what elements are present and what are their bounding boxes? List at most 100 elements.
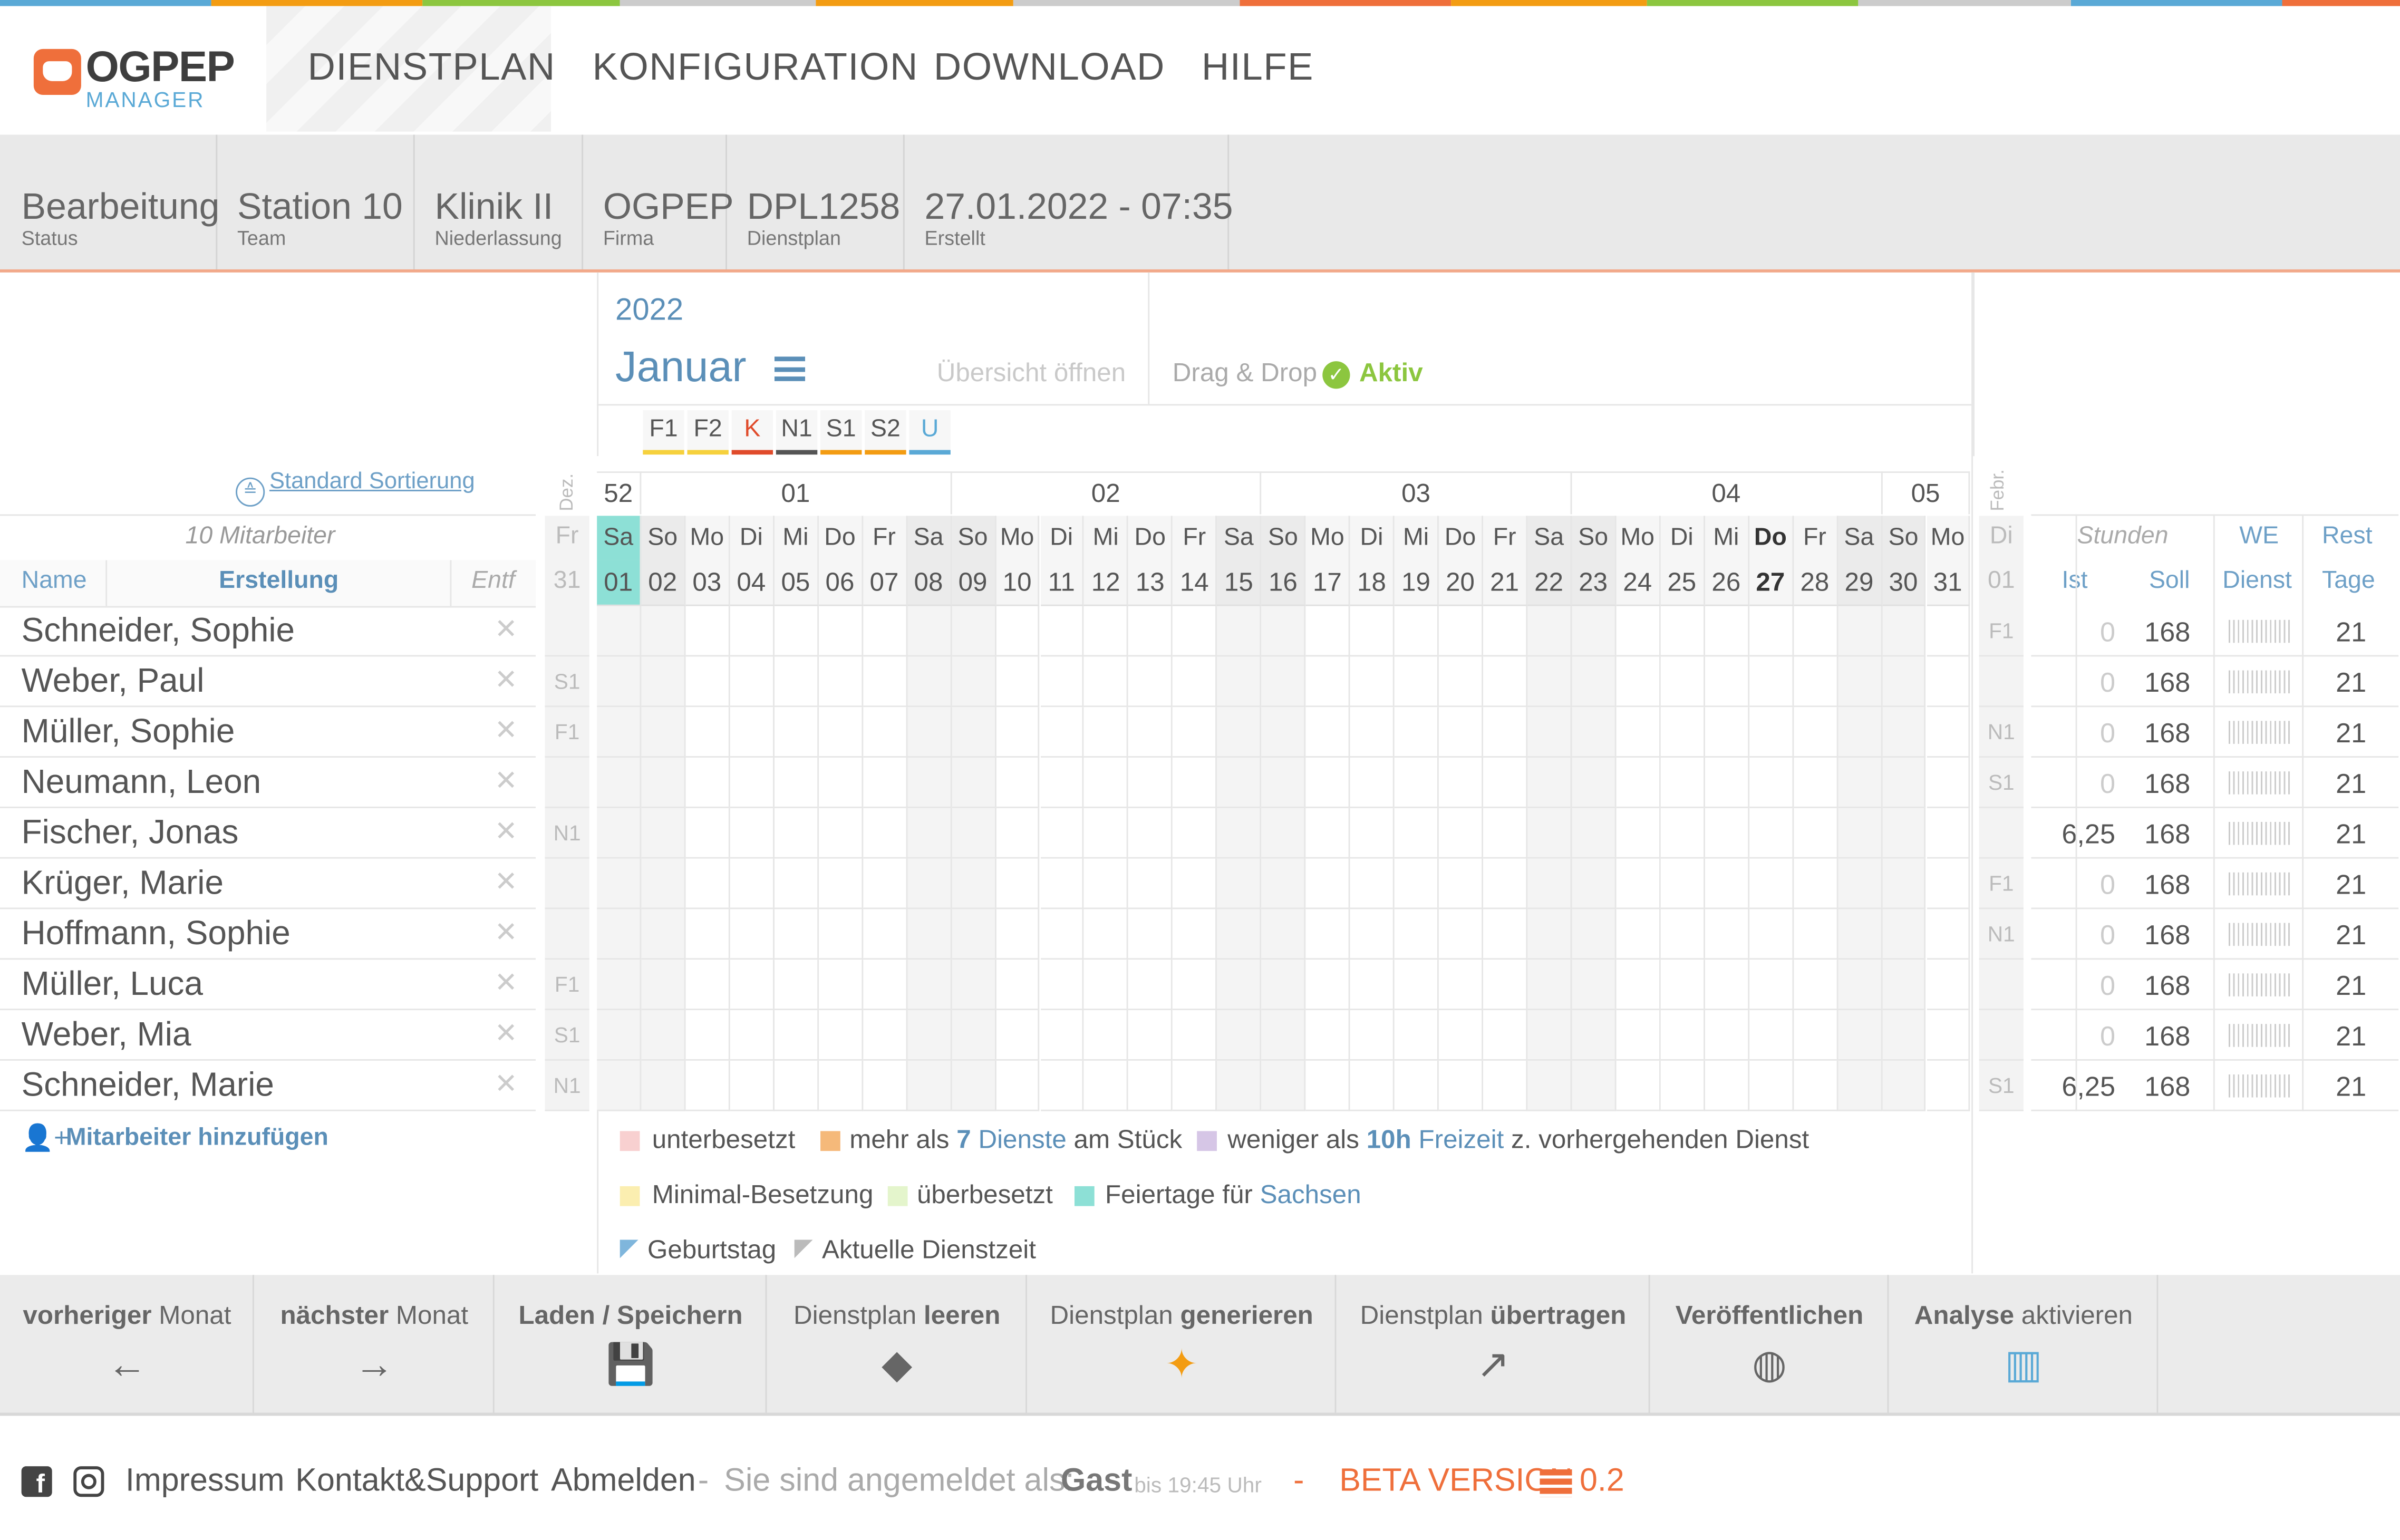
shift-cell[interactable]: [774, 707, 819, 758]
shift-cell[interactable]: [1483, 909, 1528, 960]
day-number[interactable]: 03: [685, 560, 730, 606]
col-name-header[interactable]: Name: [22, 568, 87, 595]
shift-cell[interactable]: [907, 909, 952, 960]
shift-cell[interactable]: [1350, 606, 1395, 657]
nav-dienstplan[interactable]: DIENSTPLAN: [308, 46, 556, 90]
shift-cell[interactable]: [1305, 909, 1350, 960]
shift-cell[interactable]: [1040, 656, 1085, 708]
shift-cell[interactable]: [1749, 758, 1794, 808]
shift-cell[interactable]: [1837, 1060, 1882, 1111]
shift-cell[interactable]: [1305, 1010, 1350, 1061]
shift-cell[interactable]: [951, 858, 996, 909]
shift-cell[interactable]: [1837, 1010, 1882, 1061]
shift-cell[interactable]: [995, 1060, 1040, 1111]
shift-cell[interactable]: [1882, 1010, 1927, 1061]
shift-cell[interactable]: [1128, 858, 1173, 909]
shift-cell[interactable]: [995, 909, 1040, 960]
shift-cell[interactable]: [730, 960, 775, 1011]
shift-cell[interactable]: [1350, 1060, 1395, 1111]
shift-cell[interactable]: [1128, 656, 1173, 708]
shift-cell[interactable]: [1483, 758, 1528, 808]
day-number[interactable]: 11: [1040, 560, 1085, 606]
shift-cell[interactable]: [1084, 858, 1129, 909]
shift-cell[interactable]: [641, 606, 686, 657]
shift-cell[interactable]: [818, 960, 863, 1011]
shift-cell[interactable]: [1439, 758, 1484, 808]
shift-cell[interactable]: [818, 707, 863, 758]
shift-chip-f1[interactable]: F1: [643, 410, 684, 455]
shift-cell[interactable]: [685, 1060, 730, 1111]
shift-cell[interactable]: [1261, 960, 1306, 1011]
shift-cell[interactable]: [1793, 1010, 1838, 1061]
shift-cell[interactable]: [1793, 858, 1838, 909]
shift-cell[interactable]: [1261, 808, 1306, 859]
day-number[interactable]: 02: [641, 560, 686, 606]
shift-cell[interactable]: [1173, 1060, 1217, 1111]
shift-cell[interactable]: [1040, 808, 1085, 859]
shift-cell[interactable]: [1261, 858, 1306, 909]
shift-cell[interactable]: [1305, 606, 1350, 657]
shift-cell[interactable]: [1837, 758, 1882, 808]
shift-cell[interactable]: [685, 909, 730, 960]
shift-cell[interactable]: [1350, 707, 1395, 758]
shift-cell[interactable]: [1394, 707, 1439, 758]
shift-cell[interactable]: [818, 656, 863, 708]
day-number[interactable]: 06: [818, 560, 863, 606]
shift-cell[interactable]: [1837, 656, 1882, 708]
shift-cell[interactable]: [1084, 758, 1129, 808]
shift-cell[interactable]: [1084, 656, 1129, 708]
shift-cell[interactable]: [995, 606, 1040, 657]
add-employee-button[interactable]: Mitarbeiter hinzufügen: [66, 1125, 328, 1152]
shift-cell[interactable]: [1439, 707, 1484, 758]
shift-cell[interactable]: [1483, 858, 1528, 909]
shift-cell[interactable]: [1040, 1060, 1085, 1111]
shift-chip-f2[interactable]: F2: [687, 410, 729, 455]
shift-cell[interactable]: [1350, 758, 1395, 808]
day-number[interactable]: 10: [995, 560, 1040, 606]
shift-cell[interactable]: [1705, 707, 1749, 758]
shift-cell[interactable]: [1217, 909, 1262, 960]
shift-cell[interactable]: [1173, 1010, 1217, 1061]
shift-cell[interactable]: [1084, 960, 1129, 1011]
shift-cell[interactable]: [1261, 606, 1306, 657]
shift-cell[interactable]: [1660, 1010, 1705, 1061]
day-number[interactable]: 26: [1705, 560, 1749, 606]
shift-cell[interactable]: [641, 960, 686, 1011]
shift-cell[interactable]: [863, 656, 907, 708]
shift-cell[interactable]: [907, 1010, 952, 1061]
shift-cell[interactable]: [1882, 960, 1927, 1011]
shift-cell[interactable]: [1128, 909, 1173, 960]
shift-cell[interactable]: [1616, 656, 1661, 708]
shift-cell[interactable]: [1040, 606, 1085, 657]
remove-employee-icon[interactable]: ✕: [495, 715, 518, 747]
standard-sort-link[interactable]: Standard Sortierung: [269, 468, 475, 494]
remove-employee-icon[interactable]: ✕: [495, 664, 518, 696]
shift-cell[interactable]: [1040, 707, 1085, 758]
shift-cell[interactable]: [1882, 858, 1927, 909]
shift-cell[interactable]: [1128, 960, 1173, 1011]
shift-cell[interactable]: [1350, 808, 1395, 859]
shift-cell[interactable]: [1305, 960, 1350, 1011]
shift-cell[interactable]: [1173, 909, 1217, 960]
shift-cell[interactable]: [1084, 707, 1129, 758]
shift-cell[interactable]: [1705, 858, 1749, 909]
shift-cell[interactable]: [1660, 606, 1705, 657]
day-number[interactable]: 05: [774, 560, 819, 606]
day-number[interactable]: 24: [1616, 560, 1661, 606]
remove-employee-icon[interactable]: ✕: [495, 614, 518, 646]
shift-cell[interactable]: [907, 808, 952, 859]
shift-cell[interactable]: [1527, 656, 1572, 708]
day-number[interactable]: 04: [730, 560, 775, 606]
shift-cell[interactable]: [1084, 1060, 1129, 1111]
shift-cell[interactable]: [1261, 1010, 1306, 1061]
shift-cell[interactable]: [1616, 1010, 1661, 1061]
shift-cell[interactable]: [1882, 656, 1927, 708]
shift-cell[interactable]: [1040, 909, 1085, 960]
shift-cell[interactable]: [1705, 758, 1749, 808]
shift-cell[interactable]: [1882, 808, 1927, 859]
day-number[interactable]: 07: [863, 560, 907, 606]
shift-cell[interactable]: [863, 909, 907, 960]
shift-cell[interactable]: [907, 758, 952, 808]
shift-cell[interactable]: [1705, 808, 1749, 859]
shift-cell[interactable]: [818, 858, 863, 909]
